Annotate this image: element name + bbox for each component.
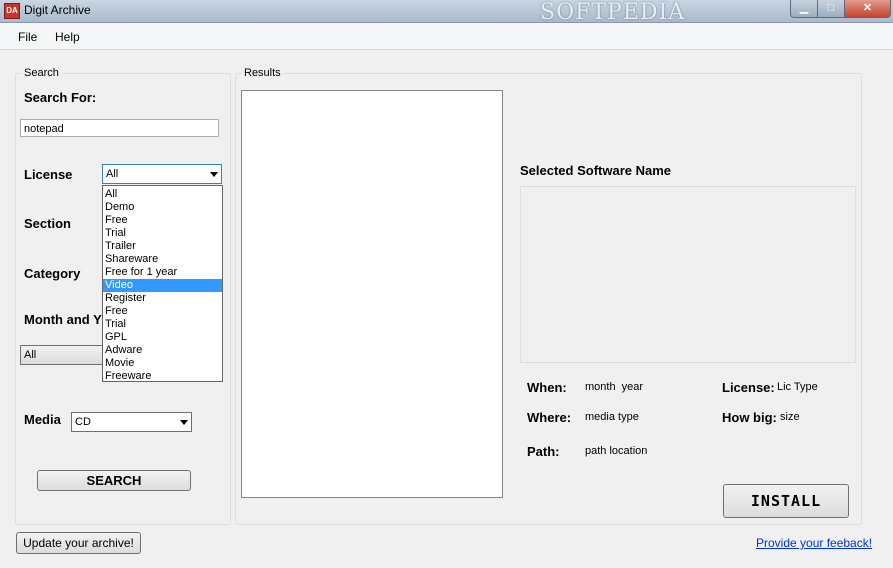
license-label: License [24, 167, 73, 182]
where-label: Where: [527, 410, 572, 425]
maximize-button[interactable]: □ [817, 0, 845, 18]
license-option[interactable]: Free for 1 year [103, 266, 222, 279]
media-label: Media [24, 412, 61, 427]
search-group-title: Search [22, 67, 61, 79]
path-value: path location [585, 445, 648, 457]
license-select[interactable]: All [102, 164, 222, 184]
license-option[interactable]: GPL [103, 331, 222, 344]
month-select[interactable]: All [20, 345, 110, 365]
how-big-label: How big: [722, 410, 777, 425]
license-option[interactable]: Shareware [103, 253, 222, 266]
window-title: Digit Archive [24, 3, 91, 17]
feedback-link[interactable]: Provide your feeback! [756, 536, 872, 550]
menu-bar [0, 23, 893, 50]
path-label: Path: [527, 444, 560, 459]
license-dropdown-list: All Demo Free Trial Trailer Shareware Fr… [102, 185, 223, 382]
close-button[interactable]: ✕ [844, 0, 891, 18]
month-year-label: Month and Y [24, 312, 102, 327]
search-for-label: Search For: [24, 90, 97, 105]
license-option[interactable]: Free [103, 214, 222, 227]
title-bar [0, 0, 893, 23]
license-option[interactable]: Movie [103, 357, 222, 370]
when-value: month year [585, 381, 644, 393]
license-info-value: Lic Type [777, 381, 818, 393]
app-icon: DA [4, 3, 20, 19]
license-option[interactable]: Trial [103, 318, 222, 331]
search-button[interactable]: SEARCH [37, 470, 191, 491]
minimize-button[interactable]: ▁ [790, 0, 818, 18]
category-label: Category [24, 266, 81, 281]
when-label: When: [527, 380, 567, 395]
license-option[interactable]: Freeware [103, 370, 222, 383]
license-option[interactable]: All [103, 188, 222, 201]
watermark-logo: SOFTPEDIA [540, 0, 686, 25]
chevron-down-icon [210, 172, 218, 177]
where-value: media type [585, 411, 639, 423]
how-big-value: size [780, 411, 800, 423]
section-label: Section [24, 216, 71, 231]
media-select-value: CD [75, 416, 91, 428]
license-option[interactable]: Trailer [103, 240, 222, 253]
software-details-box [520, 186, 856, 363]
license-option[interactable]: Register [103, 292, 222, 305]
license-info-label: License: [722, 380, 775, 395]
selected-software-name-label: Selected Software Name [520, 163, 672, 178]
license-option[interactable]: Free [103, 305, 222, 318]
menu-file[interactable]: File [18, 30, 37, 44]
month-select-value: All [24, 349, 37, 361]
license-option[interactable]: Trial [103, 227, 222, 240]
search-input[interactable]: notepad [20, 119, 219, 137]
license-select-value: All [106, 168, 119, 180]
chevron-down-icon [180, 420, 188, 425]
license-option[interactable]: Demo [103, 201, 222, 214]
license-option-highlighted[interactable]: Video [103, 279, 222, 292]
results-list[interactable] [241, 90, 503, 498]
results-group-title: Results [242, 67, 283, 79]
update-archive-button[interactable]: Update your archive! [16, 532, 141, 554]
menu-help[interactable]: Help [55, 30, 80, 44]
license-option[interactable]: Adware [103, 344, 222, 357]
media-select[interactable]: CD [71, 412, 192, 432]
install-button[interactable]: INSTALL [723, 484, 849, 518]
